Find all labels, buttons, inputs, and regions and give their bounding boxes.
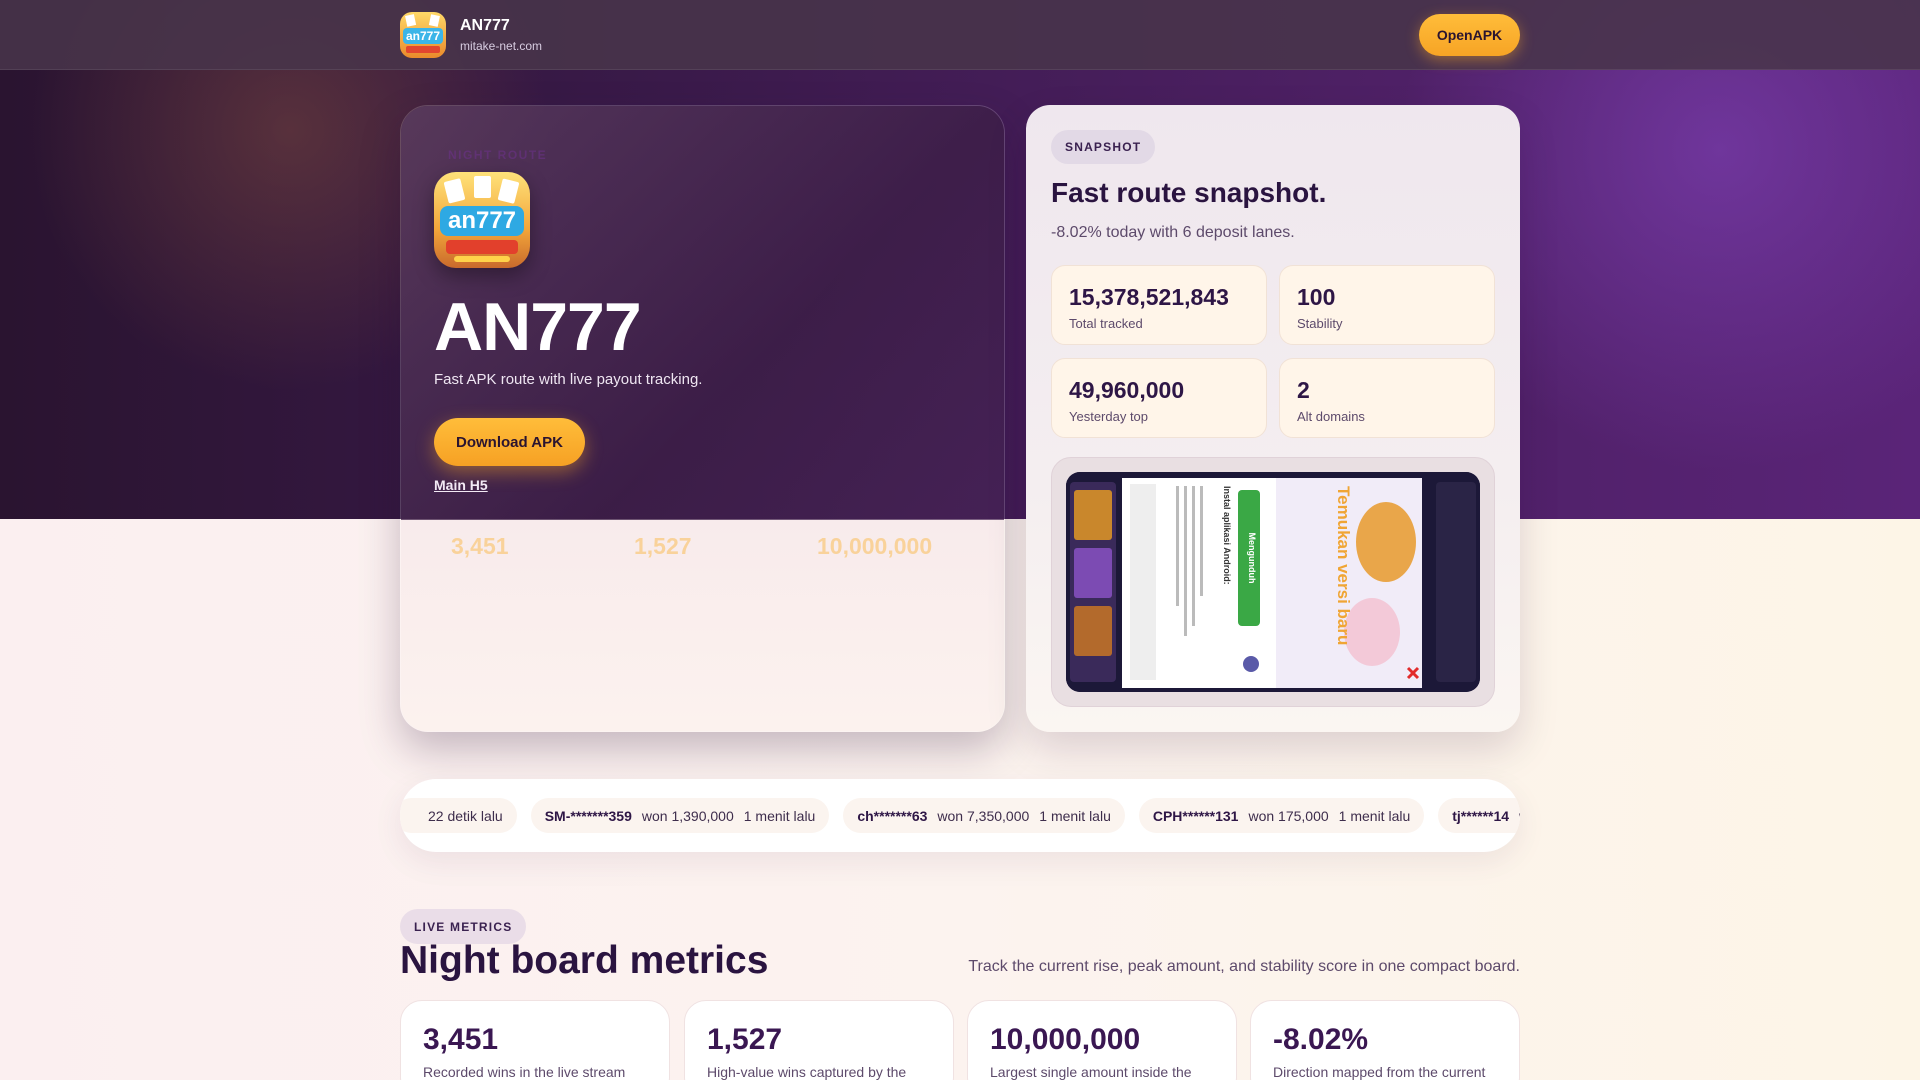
metric-value: -8.02% bbox=[1273, 1023, 1369, 1056]
metric-description: Direction mapped from the current bbox=[1273, 1064, 1486, 1080]
app-screenshot[interactable]: Mengunduh Instal aplikasi Android: Temuk… bbox=[1066, 472, 1480, 692]
stat-value: 15,378,521,843 bbox=[1069, 284, 1229, 310]
ticker-amount: won 175,000 bbox=[1248, 807, 1329, 824]
stat-stability: 100 Stability bbox=[1279, 265, 1495, 345]
snapshot-subtitle: -8.02% today with 6 deposit lanes. bbox=[1051, 224, 1295, 241]
top-navigation-bar: an777 AN777 mitake-net.com OpenAPK bbox=[0, 0, 1920, 70]
metric-description: Recorded wins in the live stream bbox=[423, 1064, 626, 1080]
install-button-text: Mengunduh bbox=[1247, 533, 1257, 584]
metric-value: 3,451 bbox=[423, 1023, 499, 1056]
open-apk-button[interactable]: OpenAPK bbox=[1419, 14, 1520, 56]
stat-value: 49,960,000 bbox=[1069, 377, 1185, 403]
ticker-time: 1 menit lalu bbox=[1039, 807, 1111, 824]
app-logo: an777 bbox=[434, 172, 530, 268]
stat-yesterday-top: 49,960,000 Yesterday top bbox=[1051, 358, 1267, 438]
ticker-user: tj******14 bbox=[1452, 807, 1510, 824]
ticker-time: 22 detik lalu bbox=[428, 807, 503, 824]
stat-value: 2 bbox=[1297, 377, 1310, 403]
ticker-amount: won 1,390,000 bbox=[641, 807, 734, 824]
download-apk-button[interactable]: Download APK bbox=[434, 418, 585, 466]
ticker-track: 22 detik lalu SM-*******359 won 1,390,00… bbox=[400, 798, 1520, 833]
stat-label: Stability bbox=[1297, 316, 1343, 331]
hero-card: NIGHT ROUTE an777 AN777 Fast APK route w… bbox=[400, 105, 1005, 732]
stat-alt-domains: 2 Alt domains bbox=[1279, 358, 1495, 438]
main-h5-link[interactable]: Main H5 bbox=[434, 477, 488, 493]
stat-label: Alt domains bbox=[1297, 409, 1365, 424]
svg-text:an777: an777 bbox=[448, 207, 516, 234]
app-screenshot-frame: Mengunduh Instal aplikasi Android: Temuk… bbox=[1051, 457, 1495, 707]
stat-total-tracked: 15,378,521,843 Total tracked bbox=[1051, 265, 1267, 345]
metric-value: 10,000,000 bbox=[990, 1023, 1141, 1056]
hero-stat-recorded: 3,451 bbox=[451, 533, 509, 559]
hero-subtitle: Fast APK route with live payout tracking… bbox=[434, 371, 703, 388]
metric-value: 1,527 bbox=[707, 1023, 783, 1056]
snapshot-tag: SNAPSHOT bbox=[1051, 130, 1156, 164]
ticker-user: SM-*******359 bbox=[544, 807, 632, 824]
hero-title: AN777 bbox=[434, 289, 642, 365]
ticker-amount: won 7,350,000 bbox=[937, 807, 1030, 824]
ticker-item: ch*******63 won 7,350,000 1 menit lalu bbox=[843, 798, 1125, 833]
metric-card-largest-amount: 10,000,000 Largest single amount inside … bbox=[967, 1000, 1237, 1080]
brand-domain: mitake-net.com bbox=[460, 39, 543, 53]
stat-label: Total tracked bbox=[1069, 316, 1143, 331]
hero-stat-largest: 10,000,000 bbox=[817, 533, 933, 559]
ticker-item: SM-*******359 won 1,390,000 1 menit lalu bbox=[530, 798, 830, 833]
brand-name: AN777 bbox=[460, 17, 510, 34]
svg-text:an777: an777 bbox=[406, 29, 440, 43]
metric-card-direction: -8.02% Direction mapped from the current bbox=[1250, 1000, 1520, 1080]
dialog-title-text: Instal aplikasi Android: bbox=[1222, 486, 1232, 585]
metric-card-high-value-wins: 1,527 High-value wins captured by the bbox=[684, 1000, 954, 1080]
ticker-item: tj******14 w bbox=[1438, 798, 1520, 833]
ticker-user: CPH******131 bbox=[1152, 807, 1239, 824]
stat-label: Yesterday top bbox=[1069, 409, 1149, 424]
metric-description: Largest single amount inside the bbox=[990, 1064, 1192, 1080]
hero-eyebrow: NIGHT ROUTE bbox=[448, 148, 548, 162]
live-metrics-title: Night board metrics bbox=[400, 939, 769, 982]
ticker-time: 1 menit lalu bbox=[1338, 807, 1411, 824]
ticker-user: ch*******63 bbox=[857, 807, 928, 824]
metric-card-recorded-wins: 3,451 Recorded wins in the live stream bbox=[400, 1000, 670, 1080]
ticker-item: CPH******131 won 175,000 1 menit lalu bbox=[1138, 798, 1425, 833]
snapshot-title: Fast route snapshot. bbox=[1051, 177, 1327, 208]
live-metrics-description: Track the current rise, peak amount, and… bbox=[968, 958, 1520, 975]
banner-text: Temukan versi baru bbox=[1334, 486, 1353, 645]
live-wins-ticker: 22 detik lalu SM-*******359 won 1,390,00… bbox=[400, 779, 1520, 852]
brand-logo[interactable]: an777 bbox=[400, 12, 446, 58]
ticker-time: 1 menit lalu bbox=[743, 807, 816, 824]
hero-stat-high-value: 1,527 bbox=[634, 533, 692, 559]
ticker-item: 22 detik lalu bbox=[400, 798, 517, 833]
metric-description: High-value wins captured by the bbox=[707, 1064, 907, 1080]
stat-value: 100 bbox=[1297, 284, 1336, 310]
snapshot-card: SNAPSHOT Fast route snapshot. -8.02% tod… bbox=[1026, 105, 1520, 732]
ticker-amount: w bbox=[1519, 808, 1520, 824]
